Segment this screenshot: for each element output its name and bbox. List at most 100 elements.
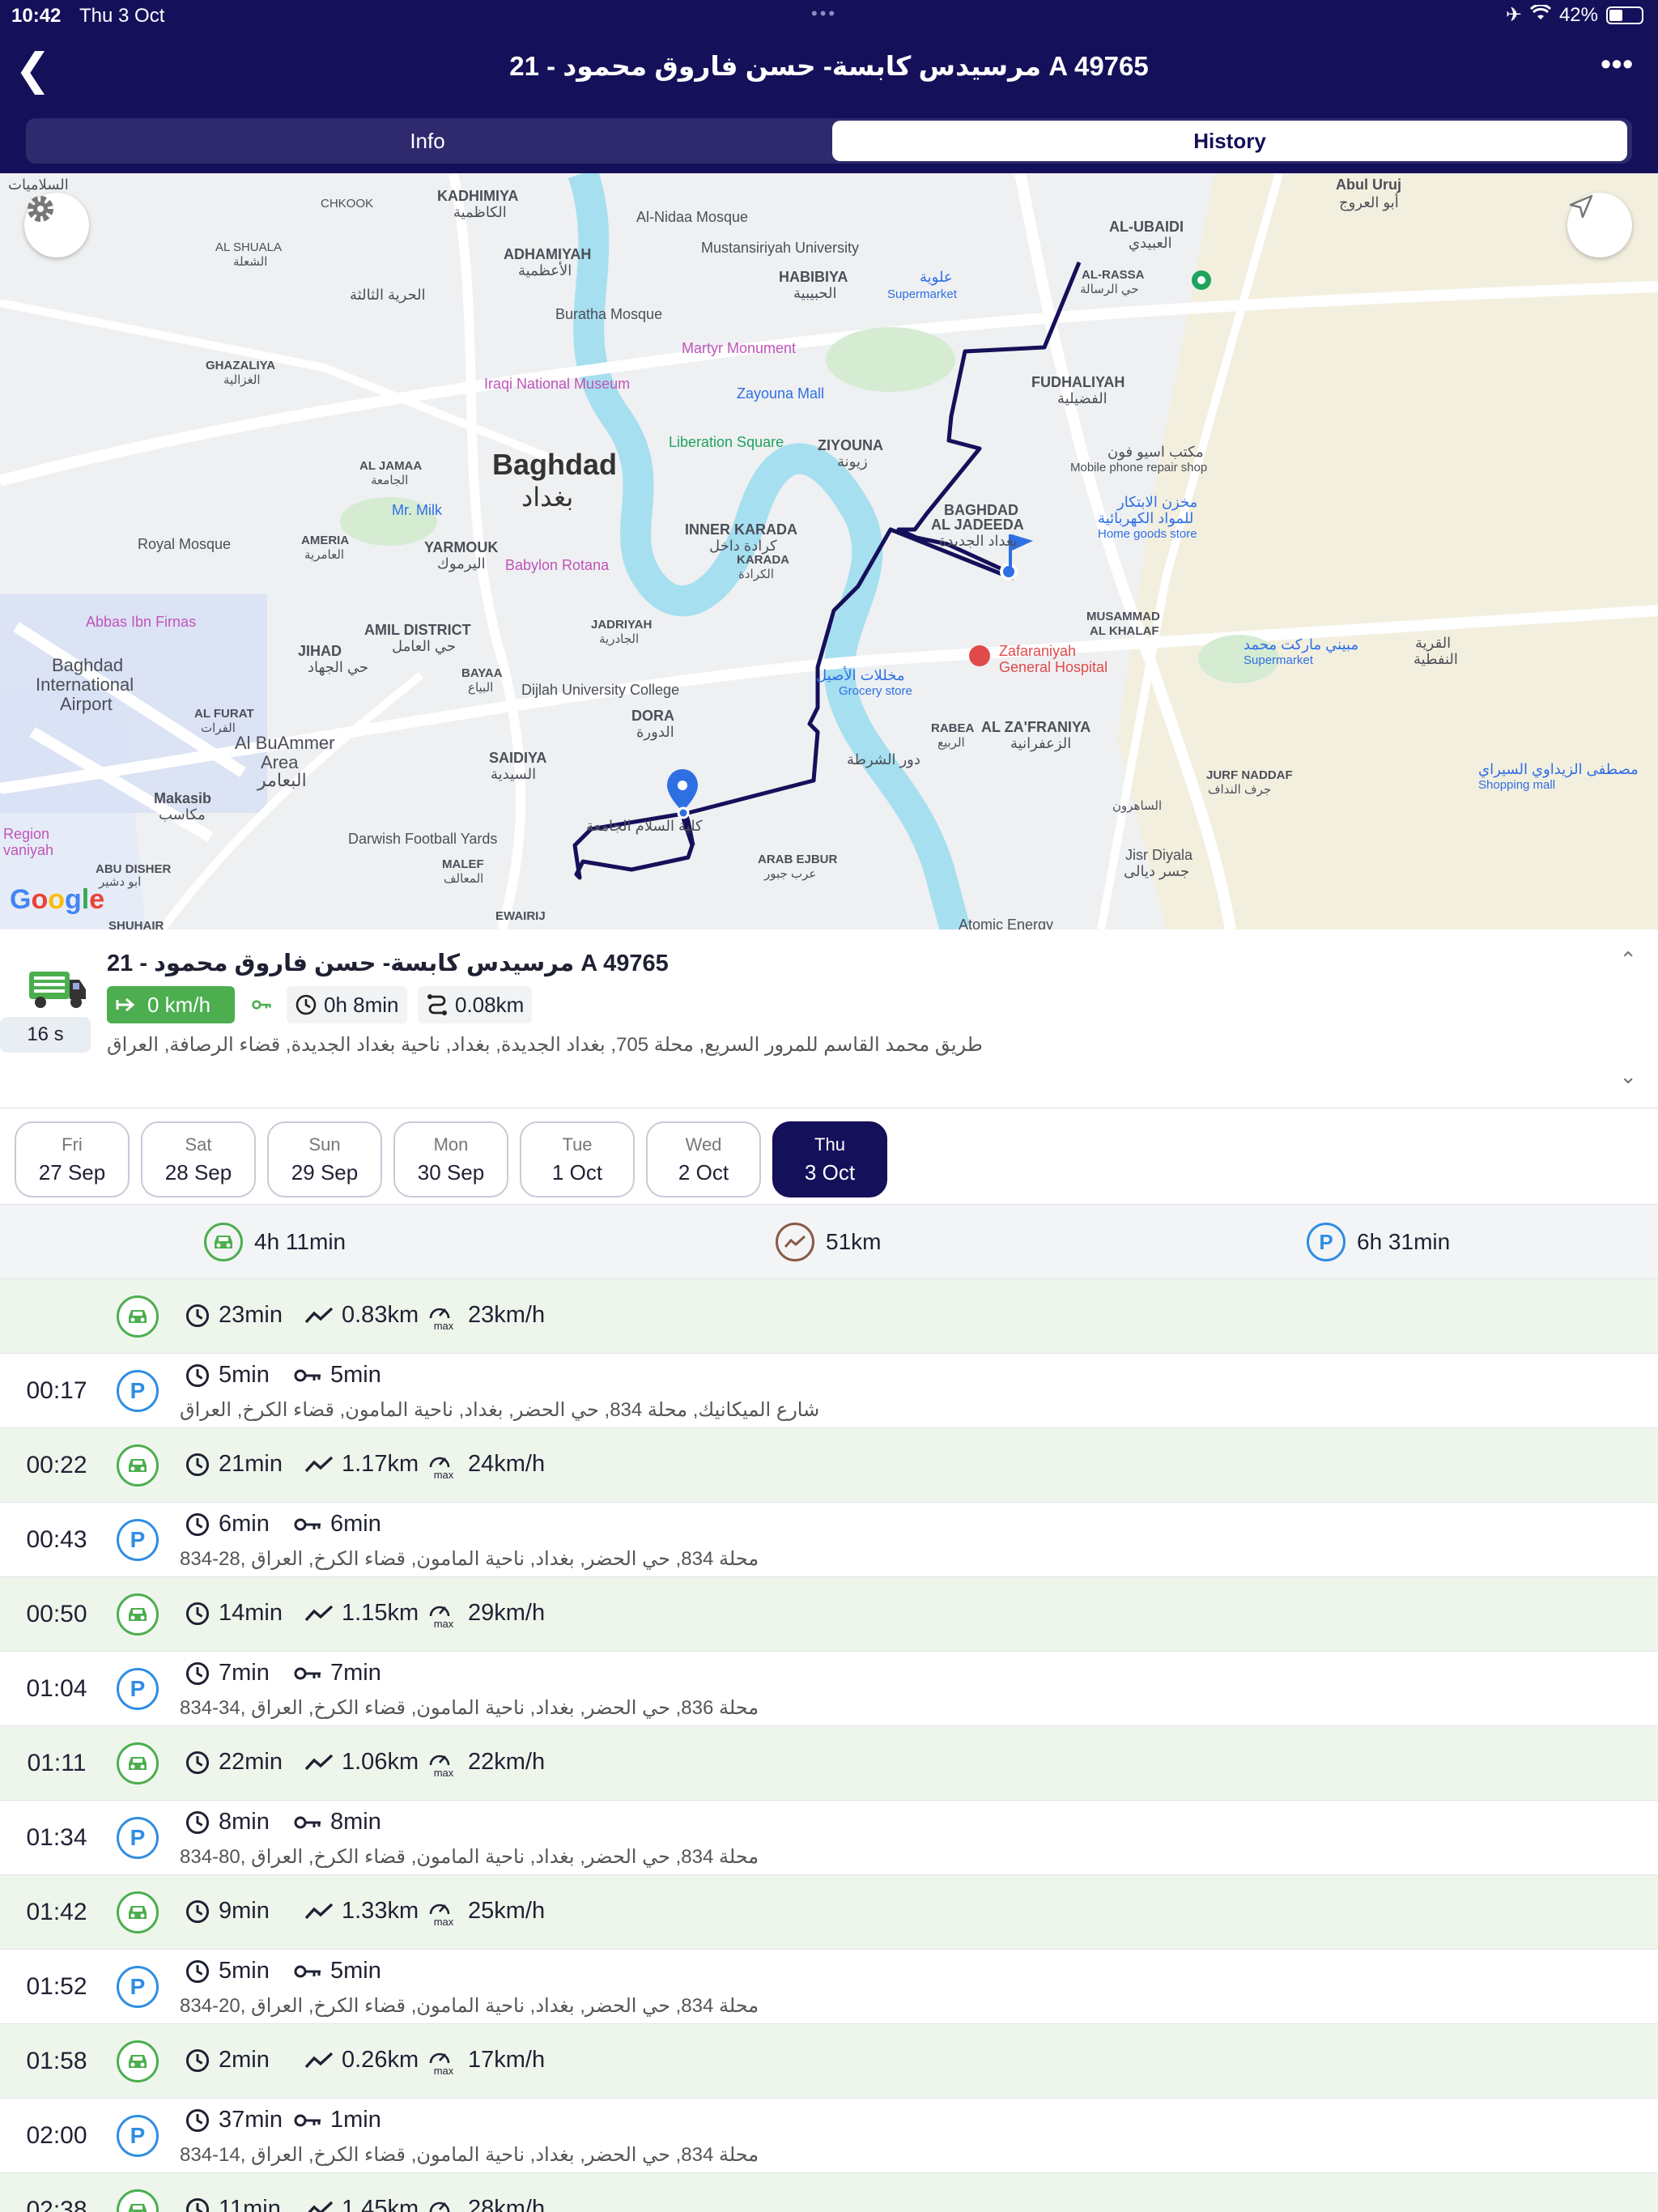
day-selector: Fri 27 Sep Sat 28 Sep Sun 29 Sep Mon 30 Sep … [0, 1108, 1658, 1205]
battery-percent: 42% [1558, 3, 1598, 26]
map-settings-button[interactable] [24, 193, 89, 257]
history-drive-row[interactable]: 01:58 2min 0.26km max 17km/h [0, 2024, 1658, 2099]
multitask-dots-icon[interactable]: ••• [811, 3, 837, 24]
drive-max-speed: max 25km/h [427, 1898, 545, 1927]
history-drive-row[interactable]: 00:22 21min 1.17km max 24km/h [0, 1428, 1658, 1503]
trip-duration-badge: 0h 8min [287, 986, 407, 1023]
history-park-row[interactable]: 00:17 P 5min 5min شارع الميكانيك, محلة 834, … [0, 1354, 1658, 1428]
segmented-control: Info History [26, 118, 1632, 164]
history-drive-row[interactable]: 01:42 9min 1.33km max 25km/h [0, 1875, 1658, 1950]
day-name: Wed [685, 1134, 722, 1155]
key-icon [294, 1369, 321, 1381]
engine-on-time: 8min [293, 1809, 381, 1836]
map-label: Baghdad [52, 655, 124, 675]
row-time: 01:52 [26, 1973, 87, 2000]
drive-icon [117, 2189, 159, 2212]
chevron-up-icon[interactable]: ⌃ [1619, 947, 1637, 972]
history-drive-row[interactable]: 02:38 11min 1.45km max 28km/h [0, 2173, 1658, 2212]
map-label: الكرادة [738, 568, 775, 581]
day-chip-wed[interactable]: Wed 2 Oct [646, 1121, 761, 1197]
location-arrow-icon [1569, 194, 1593, 219]
history-park-row[interactable]: 01:52 P 5min 5min 834-20, محلة 834, حي الحضر… [0, 1950, 1658, 2024]
engine-on-time: 7min [293, 1660, 381, 1687]
map-label: Atomic Energy [959, 917, 1054, 929]
tab-history[interactable]: History [832, 121, 1627, 161]
day-chip-tue[interactable]: Tue 1 Oct [520, 1121, 635, 1197]
day-chip-fri[interactable]: Fri 27 Sep [15, 1121, 130, 1197]
day-name: Thu [814, 1134, 845, 1155]
park-duration: 6min [185, 1511, 270, 1538]
map-label: KADHIMIYA [437, 188, 519, 204]
drive-duration: 11min [185, 2196, 281, 2212]
day-date: 30 Sep [417, 1160, 485, 1185]
history-park-row[interactable]: 01:04 P 7min 7min 834-34, محلة 836, حي الحضر… [0, 1652, 1658, 1726]
history-drive-row[interactable]: 23min 0.83km max 23km/h [0, 1279, 1658, 1354]
drive-duration: 23min [185, 1302, 283, 1329]
history-drive-row[interactable]: 01:11 22min 1.06km max 22km/h [0, 1726, 1658, 1801]
max-label: max [433, 1767, 454, 1779]
map-label: GHAZALIYA [206, 359, 276, 372]
map-label: الأعظمية [518, 262, 572, 279]
map-label: زيونة [837, 453, 868, 470]
max-speed-value: 29km/h [468, 1600, 546, 1626]
engine-value: 8min [330, 1809, 381, 1835]
map-label: مصطفى الزيداوي السيراي [1478, 761, 1639, 777]
max-speed-icon: max [427, 1600, 460, 1629]
day-chip-mon[interactable]: Mon 30 Sep [393, 1121, 508, 1197]
day-chip-thu[interactable]: Thu 3 Oct [772, 1121, 887, 1197]
distance-trend-icon [776, 1223, 814, 1261]
map-label: Home goods store [1098, 527, 1197, 541]
duration-value: 37min [219, 2107, 283, 2133]
duration-value: 21min [219, 1451, 283, 1477]
map-label: Supermarket [1244, 653, 1313, 667]
day-chip-sat[interactable]: Sat 28 Sep [141, 1121, 256, 1197]
history-park-row[interactable]: 00:43 P 6min 6min 834-28, محلة 834, حي الحضر… [0, 1503, 1658, 1577]
drive-time-value: 4h 11min [254, 1229, 346, 1254]
duration-value: 14min [219, 1600, 283, 1626]
duration-value: 5min [219, 1958, 270, 1984]
clock-icon [185, 1661, 210, 1685]
history-park-row[interactable]: 01:34 P 8min 8min 834-80, محلة 834, حي الحضر… [0, 1801, 1658, 1875]
day-chip-sun[interactable]: Sun 29 Sep [267, 1121, 382, 1197]
back-chevron-icon[interactable]: ❮ [15, 45, 51, 94]
map-label: MUSAMMAD [1086, 610, 1160, 623]
clock-icon [185, 2108, 210, 2132]
map-label: AL-RASSA [1082, 268, 1145, 282]
map-label: INNER KARADA [685, 521, 797, 538]
locate-button[interactable] [1567, 193, 1632, 257]
map-label: مكتب اسيو فون [1107, 444, 1204, 460]
more-options-icon[interactable]: ••• [1601, 47, 1634, 81]
drive-distance: 1.15km [304, 1600, 419, 1627]
drive-max-speed: max 28km/h [427, 2196, 545, 2212]
map-label: YARMOUK [424, 539, 499, 555]
key-icon [252, 1000, 271, 1010]
duration-value: 5min [219, 1362, 270, 1388]
row-time: 02:00 [26, 2122, 87, 2149]
park-address: 834-14, محلة 834, حي الحضر, بغداد, ناحية… [180, 2144, 759, 2166]
drive-max-speed: max 24km/h [427, 1451, 545, 1480]
vehicle-card[interactable]: 16 s مرسيدس كابسة- حسن فاروق محمود - 21 … [0, 929, 1658, 1108]
distance-trend-icon [304, 2052, 334, 2068]
drive-distance: 1.17km [304, 1451, 419, 1478]
chevron-down-icon[interactable]: ⌄ [1619, 1064, 1637, 1089]
status-date: Thu 3 Oct [79, 5, 165, 27]
tab-info[interactable]: Info [31, 121, 824, 161]
map-label: Supermarket [887, 287, 957, 301]
map-label: SHUHAIR [108, 919, 164, 929]
max-label: max [433, 1916, 454, 1928]
page-title: مرسيدس كابسة- حسن فاروق محمود - 21 A 497… [509, 51, 1149, 81]
map-label: ابو دشير [99, 875, 142, 889]
status-bar: 10:42 Thu 3 Oct ••• ✈ 42% [0, 0, 1658, 34]
map-label: مخللات الأصيل [816, 667, 905, 683]
park-address: 834-20, محلة 834, حي الحضر, بغداد, ناحية… [180, 1995, 759, 2017]
map-label: القرية [1415, 635, 1452, 651]
row-time: 01:11 [27, 1750, 87, 1776]
route-map[interactable]: السلاميات CHKOOK KADHIMIYA الكاظمية Al-N… [0, 173, 1658, 929]
map-label: ADHAMIYAH [504, 246, 592, 262]
nav-bar: ❮ مرسيدس كابسة- حسن فاروق محمود - 21 A 4… [0, 34, 1658, 173]
distance-trend-icon [307, 2201, 334, 2212]
history-park-row[interactable]: 02:00 P 37min 1min 834-14, محلة 834, حي الحض… [0, 2099, 1658, 2173]
history-drive-row[interactable]: 00:50 14min 1.15km max 29km/h [0, 1577, 1658, 1652]
max-speed-icon: max [427, 2047, 460, 2076]
vehicle-name: مرسيدس كابسة- حسن فاروق محمود - 21 A 497… [107, 951, 669, 976]
